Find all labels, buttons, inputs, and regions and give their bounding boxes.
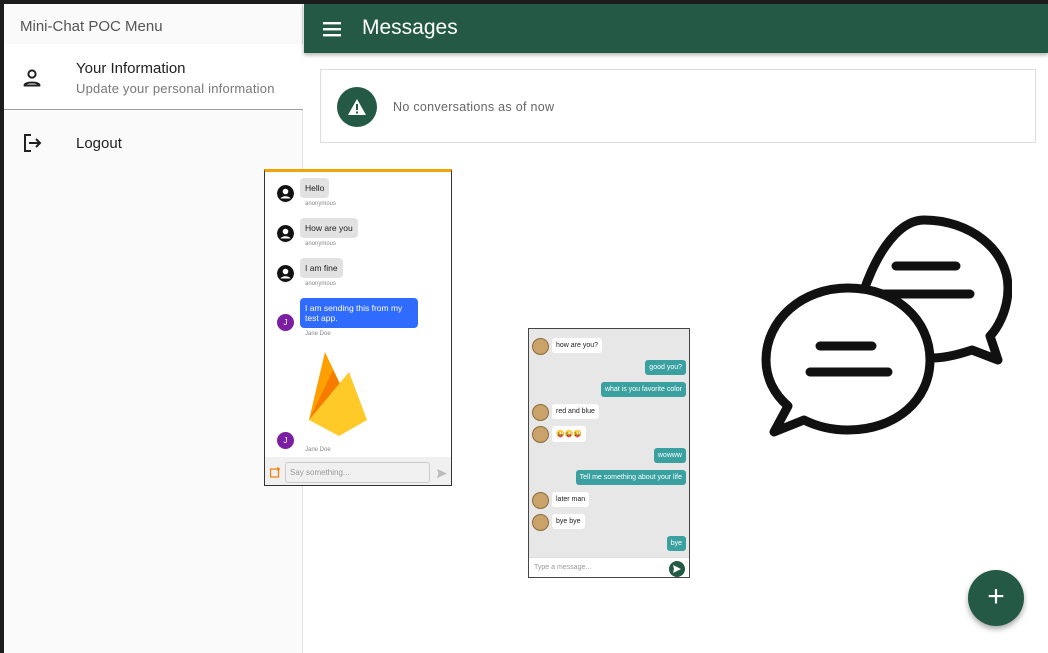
user-avatar bbox=[532, 492, 549, 509]
message-bubble: red and blue bbox=[552, 404, 599, 419]
drawer-title: Mini-Chat POC Menu bbox=[20, 18, 163, 35]
hamburger-icon[interactable] bbox=[318, 15, 346, 43]
new-conversation-button[interactable]: + bbox=[968, 570, 1024, 626]
message-row: Hello anonymous bbox=[277, 178, 447, 210]
message-input[interactable]: Say something... bbox=[285, 462, 430, 483]
send-icon[interactable] bbox=[437, 469, 447, 478]
chat-bubbles-icon bbox=[761, 215, 1012, 437]
user-avatar bbox=[532, 404, 549, 421]
person-icon bbox=[23, 69, 41, 87]
warning-avatar bbox=[337, 87, 377, 127]
message-composer: Type a message... bbox=[529, 557, 689, 577]
message-sender: anonymous bbox=[305, 241, 337, 247]
message-bubble: how are you? bbox=[552, 338, 603, 353]
drawer-item-sublabel: Update your personal information bbox=[76, 81, 275, 96]
empty-state-text: No conversations as of now bbox=[393, 100, 555, 114]
user-avatar: J bbox=[277, 314, 294, 331]
firebase-logo-icon bbox=[309, 352, 367, 436]
page-title: Messages bbox=[362, 16, 458, 39]
chat-preview-firebase: Hello anonymous How are you anonymous I … bbox=[264, 169, 452, 486]
message-bubble: wowww bbox=[653, 448, 686, 463]
message-row: bye bye bbox=[529, 513, 689, 533]
message-bubble: I am sending this from my test app. bbox=[300, 298, 418, 328]
message-bubble: Tell me something about your life bbox=[575, 470, 686, 485]
chat-preview-teal: how are you? good you? what is you favor… bbox=[528, 328, 690, 578]
message-row: J I am sending this from my test app. Ja… bbox=[277, 298, 447, 338]
message-bubble: I am fine bbox=[300, 258, 343, 278]
message-row: good you? bbox=[529, 359, 689, 379]
message-sender: Jane Doe bbox=[305, 447, 331, 453]
message-bubble: bye bye bbox=[552, 514, 585, 529]
message-row: I am fine anonymous bbox=[277, 258, 447, 290]
drawer-item-logout[interactable]: Logout bbox=[4, 122, 303, 164]
drawer-item-label: Your Information bbox=[76, 60, 186, 77]
user-avatar: J bbox=[277, 432, 294, 449]
message-bubble: bye bbox=[666, 536, 686, 551]
logout-icon bbox=[24, 134, 42, 152]
message-sender: Jane Doe bbox=[305, 331, 331, 337]
message-bubble: How are you bbox=[300, 218, 358, 238]
add-photo-icon[interactable] bbox=[270, 467, 281, 478]
account-circle-icon bbox=[277, 265, 294, 282]
message-row: bye bbox=[529, 535, 689, 555]
message-sender: anonymous bbox=[305, 201, 337, 207]
message-row: wowww bbox=[529, 447, 689, 467]
message-row: 😜😜😜 bbox=[529, 425, 689, 445]
message-bubble: 😜😜😜 bbox=[552, 426, 587, 442]
message-row: red and blue bbox=[529, 403, 689, 423]
message-row: Tell me something about your life bbox=[529, 469, 689, 489]
message-row: later man bbox=[529, 491, 689, 511]
message-sender: anonymous bbox=[305, 281, 337, 287]
message-input[interactable]: Type a message... bbox=[534, 564, 591, 571]
empty-conversations-card: No conversations as of now bbox=[320, 69, 1036, 143]
warning-icon bbox=[348, 99, 366, 115]
message-row: how are you? bbox=[529, 337, 689, 357]
user-avatar bbox=[532, 338, 549, 355]
account-circle-icon bbox=[277, 225, 294, 242]
message-row: J Jane Doe bbox=[277, 350, 447, 454]
app-window: Mini-Chat POC Menu Your Information Upda… bbox=[4, 4, 1048, 653]
account-circle-icon bbox=[277, 185, 294, 202]
message-bubble: later man bbox=[552, 492, 590, 507]
drawer-item-label: Logout bbox=[76, 135, 122, 152]
app-bar: Messages bbox=[304, 4, 1048, 53]
message-bubble: Hello bbox=[300, 178, 330, 198]
user-avatar bbox=[532, 426, 549, 443]
send-button[interactable] bbox=[669, 561, 685, 577]
message-row: what is you favorite color bbox=[529, 381, 689, 401]
message-bubble: good you? bbox=[645, 360, 686, 375]
message-bubble: what is you favorite color bbox=[600, 382, 686, 397]
message-row: How are you anonymous bbox=[277, 218, 447, 250]
drawer-item-your-information[interactable]: Your Information Update your personal in… bbox=[4, 44, 303, 110]
user-avatar bbox=[532, 514, 549, 531]
send-icon bbox=[673, 565, 681, 573]
navigation-drawer: Mini-Chat POC Menu Your Information Upda… bbox=[4, 4, 303, 653]
